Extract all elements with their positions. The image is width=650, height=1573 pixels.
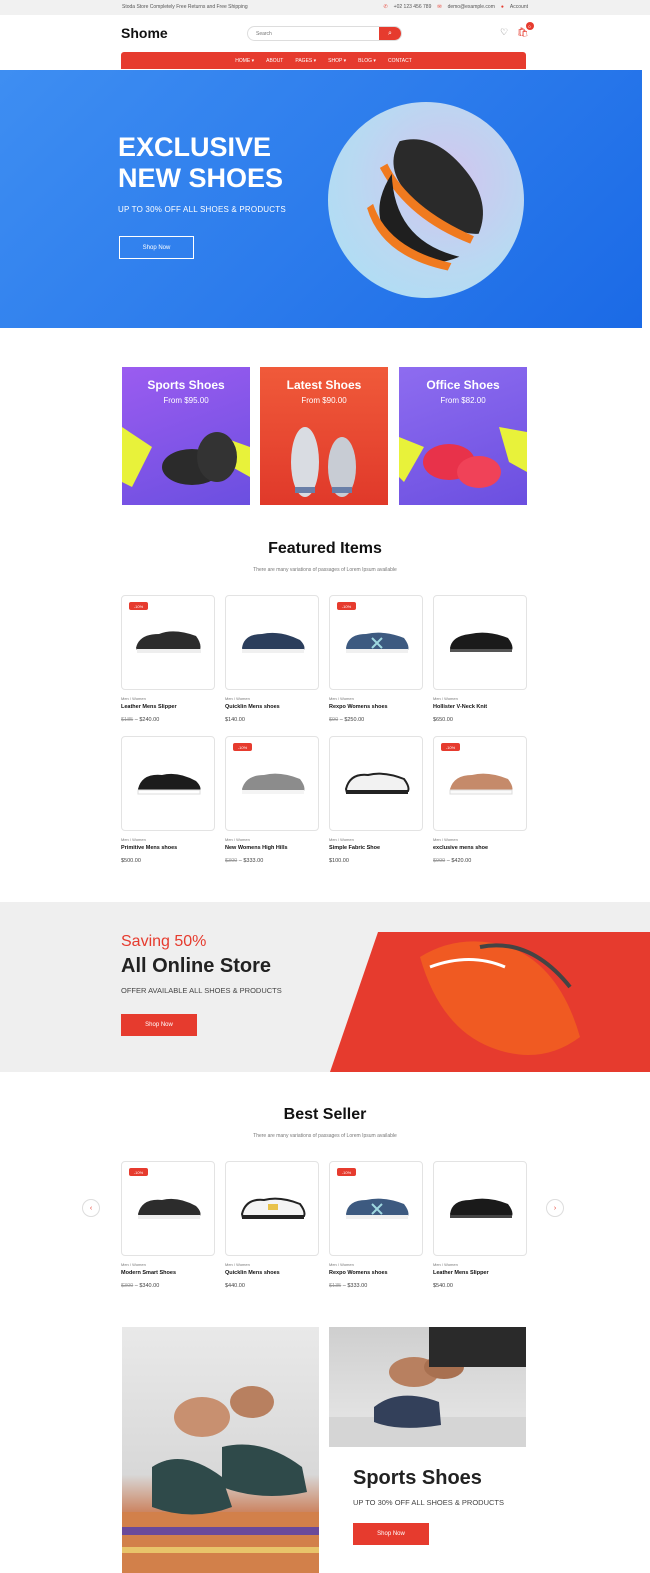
discount-badge: -10% xyxy=(129,602,148,610)
hero-subtitle: UP TO 30% OFF ALL SHOES & PRODUCTS xyxy=(118,205,286,214)
product-info: Men / Women Quicklin Mens shoes $440.00 xyxy=(225,1262,319,1289)
top-bar: Stoda Store Completely Free Returns and … xyxy=(0,0,650,15)
hero-banner: EXCLUSIVE NEW SHOES UP TO 30% OFF ALL SH… xyxy=(0,70,642,328)
wishlist-heart-icon[interactable]: ♡ xyxy=(500,27,508,38)
mail-icon: ✉ xyxy=(437,4,442,10)
product-info: Men / Women Primitive Mens shoes $500.00 xyxy=(121,837,215,864)
logo[interactable]: Shome xyxy=(121,25,168,41)
nav-about[interactable]: ABOUT xyxy=(266,58,283,64)
product-name[interactable]: New Womens High Hills xyxy=(225,845,319,851)
tying-shoelace-photo xyxy=(329,1327,526,1447)
product-info: Men / Women Leather Mens Slipper $540.00 xyxy=(433,1262,527,1289)
cart-icon[interactable]: 🛍 0 xyxy=(517,22,534,38)
discount-badge: -10% xyxy=(441,743,460,751)
search-input[interactable] xyxy=(248,27,379,40)
product-name[interactable]: Hollister V-Neck Knit xyxy=(433,704,527,710)
main-nav: HOME ▾ ABOUT PAGES ▾ SHOP ▾ BLOG ▾ CONTA… xyxy=(121,52,526,69)
product-info: Men / Women Quicklin Mens shoes $140.00 xyxy=(225,696,319,723)
category-name: Office Shoes xyxy=(426,378,500,392)
hero-shop-now-button[interactable]: Shop Now xyxy=(119,236,194,259)
product-info: Men / Women Hollister V-Neck Knit $650.0… xyxy=(433,696,527,723)
sports-lifestyle-photo xyxy=(122,1327,319,1573)
product-info: Men / Women Modern Smart Shoes $300 – $3… xyxy=(121,1262,215,1289)
nav-shop[interactable]: SHOP ▾ xyxy=(328,58,346,64)
product-name[interactable]: Rexpo Womens shoes xyxy=(329,1270,423,1276)
top-notice: Stoda Store Completely Free Returns and … xyxy=(122,4,248,10)
category-price: From $90.00 xyxy=(301,396,347,405)
product-card[interactable]: -10% xyxy=(329,595,423,690)
category-price: From $95.00 xyxy=(163,396,209,405)
nav-contact[interactable]: CONTACT xyxy=(388,58,412,64)
banner-title: All Online Store xyxy=(121,955,272,977)
banner-shop-now-button[interactable]: Shop Now xyxy=(121,1014,197,1036)
email-link[interactable]: demo@example.com xyxy=(448,4,495,10)
product-name[interactable]: exclusive mens shoe xyxy=(433,845,527,851)
featured-title: Featured Items xyxy=(268,540,382,557)
header-icons: ♡ 🛍 0 xyxy=(500,22,534,38)
category-card-sports[interactable]: Sports Shoes From $95.00 xyxy=(122,367,250,505)
product-info: Men / Women Leather Mens Slipper $185 – … xyxy=(121,696,215,723)
product-card[interactable] xyxy=(329,736,423,831)
carousel-prev-button[interactable]: ‹ xyxy=(82,1199,100,1217)
product-card[interactable] xyxy=(225,1161,319,1256)
category-name: Sports Shoes xyxy=(147,378,225,392)
product-card[interactable] xyxy=(433,1161,527,1256)
banner-shoe-image xyxy=(420,941,580,1055)
product-info: Men / Women Rexpo Womens shoes $135 – $3… xyxy=(329,1262,423,1289)
bestseller-title: Best Seller xyxy=(283,1106,367,1123)
hero-title: EXCLUSIVE NEW SHOES xyxy=(118,132,284,193)
promo-subtitle: UP TO 30% OFF ALL SHOES & PRODUCTS xyxy=(353,1498,505,1507)
nav-pages[interactable]: PAGES ▾ xyxy=(295,58,316,64)
banner-subtitle: OFFER AVAILABLE ALL SHOES & PRODUCTS xyxy=(121,986,282,995)
discount-badge: -10% xyxy=(337,1168,356,1176)
chevron-left-icon: ‹ xyxy=(89,1204,93,1212)
category-price: From $82.00 xyxy=(440,396,486,405)
product-name[interactable]: Simple Fabric Shoe xyxy=(329,845,423,851)
product-card[interactable]: -10% xyxy=(433,736,527,831)
category-card-latest[interactable]: Latest Shoes From $90.00 xyxy=(260,367,388,505)
product-info: Men / Women Rexpo Womens shoes $90 – $25… xyxy=(329,696,423,723)
account-link[interactable]: Account xyxy=(510,4,528,10)
product-name[interactable]: Quicklin Mens shoes xyxy=(225,1270,319,1276)
discount-badge: -10% xyxy=(233,743,252,751)
promo-banner: Saving 50% All Online Store OFFER AVAILA… xyxy=(0,902,650,1072)
bestseller-subtitle: There are many variations of passages of… xyxy=(253,1133,397,1139)
product-name[interactable]: Quicklin Mens shoes xyxy=(225,704,319,710)
product-info: Men / Women exclusive mens shoe $999 – $… xyxy=(433,837,527,864)
phone-number[interactable]: +02 123 456 789 xyxy=(394,4,432,10)
product-card[interactable]: -10% xyxy=(225,736,319,831)
product-card[interactable]: -10% xyxy=(121,595,215,690)
product-name[interactable]: Modern Smart Shoes xyxy=(121,1270,215,1276)
promo-shop-now-button[interactable]: Shop Now xyxy=(353,1523,429,1545)
product-info: Men / Women New Womens High Hills $300 –… xyxy=(225,837,319,864)
carousel-next-button[interactable]: › xyxy=(546,1199,564,1217)
search-icon: ⌕ xyxy=(388,29,392,37)
cart-count-badge: 0 xyxy=(525,22,534,30)
product-card[interactable]: -10% xyxy=(121,1161,215,1256)
product-name[interactable]: Primitive Mens shoes xyxy=(121,845,215,851)
user-icon: ● xyxy=(500,4,504,10)
banner-saving-text: Saving 50% xyxy=(121,933,207,950)
phone-icon: ✆ xyxy=(383,4,388,10)
product-name[interactable]: Rexpo Womens shoes xyxy=(329,704,423,710)
product-card[interactable] xyxy=(225,595,319,690)
product-card[interactable] xyxy=(121,736,215,831)
product-card[interactable] xyxy=(433,595,527,690)
category-name: Latest Shoes xyxy=(286,378,362,392)
discount-badge: -10% xyxy=(337,602,356,610)
product-info: Men / Women Simple Fabric Shoe $100.00 xyxy=(329,837,423,864)
chevron-right-icon: › xyxy=(553,1204,557,1212)
product-name[interactable]: Leather Mens Slipper xyxy=(433,1270,527,1276)
search-button[interactable]: ⌕ xyxy=(379,27,401,40)
nav-blog[interactable]: BLOG ▾ xyxy=(358,58,376,64)
featured-subtitle: There are many variations of passages of… xyxy=(253,567,397,573)
category-card-office[interactable]: Office Shoes From $82.00 xyxy=(399,367,527,505)
nav-home[interactable]: HOME ▾ xyxy=(235,58,254,64)
discount-badge: -10% xyxy=(129,1168,148,1176)
product-card[interactable]: -10% xyxy=(329,1161,423,1256)
product-name[interactable]: Leather Mens Slipper xyxy=(121,704,215,710)
hero-shoe-image xyxy=(328,102,524,298)
promo-title: Sports Shoes xyxy=(353,1467,482,1489)
search-bar: ⌕ xyxy=(247,26,402,41)
